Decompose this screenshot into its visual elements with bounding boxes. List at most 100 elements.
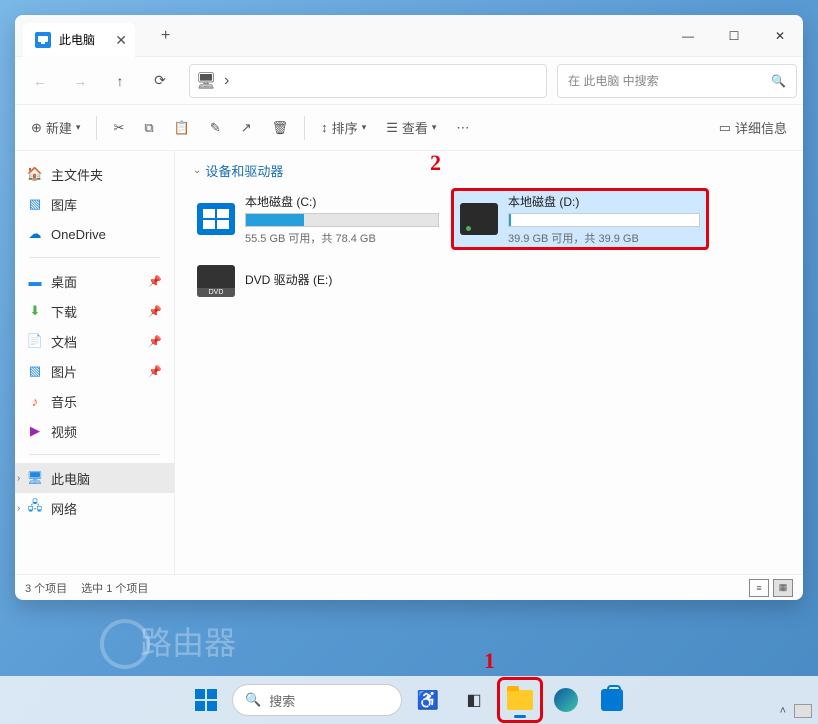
sort-icon: ↕ [321,120,328,135]
cut-button[interactable]: ✂ [103,111,134,145]
start-button[interactable] [186,680,226,720]
sidebar-item-gallery[interactable]: ▧图库 [15,189,174,219]
new-tab-button[interactable]: + [153,23,178,49]
network-icon: 🖧 [27,500,43,516]
monitor-icon: 🖥 [27,470,43,486]
paste-button[interactable]: 📋 [164,111,200,145]
forward-button[interactable]: → [61,63,99,99]
edge-icon [554,688,578,712]
pin-icon: 📌 [148,335,162,348]
tab-thispc[interactable]: 此电脑 ✕ [23,23,135,57]
home-icon: 🏠 [27,166,43,182]
back-button[interactable]: ← [21,63,59,99]
chevron-down-icon: ▾ [432,122,437,133]
details-icon: ▭ [719,120,731,136]
chevron-down-icon: ⌄ [193,165,201,176]
drive-dvd[interactable]: DVD 驱动器 (E:) [193,252,443,310]
close-button[interactable]: ✕ [757,15,803,57]
pin-icon: 📌 [148,365,162,378]
refresh-button[interactable]: ⟳ [141,63,179,99]
edge-taskbar[interactable] [546,680,586,720]
file-explorer-taskbar[interactable] [500,680,540,720]
delete-button[interactable]: 🗑 [262,111,299,145]
search-icon: 🔍 [771,74,786,88]
up-button[interactable]: ↑ [101,63,139,99]
tray-icon[interactable] [794,704,812,718]
close-tab-icon[interactable]: ✕ [115,32,127,49]
minimize-button[interactable]: — [665,15,711,57]
store-icon [601,689,623,711]
nav-toolbar: ← → ↑ ⟳ 🖥 › 在 此电脑 中搜索 🔍 [15,57,803,105]
accessibility-button[interactable]: ♿ [408,680,448,720]
details-pane-button[interactable]: ▭详细信息 [709,111,797,145]
tiles-view-button[interactable]: ▦ [773,579,793,597]
sidebar-item-thispc[interactable]: ›🖥此电脑 [15,463,174,493]
folder-icon [507,690,533,710]
store-taskbar[interactable] [592,680,632,720]
details-view-button[interactable]: ≡ [749,579,769,597]
new-button[interactable]: ⊕新建▾ [21,111,90,145]
system-tray[interactable]: ˄ [780,704,812,718]
task-view-button[interactable]: ◧ [454,680,494,720]
search-icon: 🔍 [245,692,261,708]
more-button[interactable]: ⋯ [446,111,479,145]
drive-stat: 55.5 GB 可用，共 78.4 GB [245,230,439,246]
sidebar-item-pictures[interactable]: ▧图片📌 [15,356,174,386]
drive-c[interactable]: 本地磁盘 (C:) 55.5 GB 可用，共 78.4 GB [193,190,443,248]
cloud-icon: ☁ [27,226,43,242]
rename-icon: ✎ [210,120,221,136]
desktop-icon: ▬ [27,273,43,289]
status-selected-count: 选中 1 个项目 [81,580,148,596]
drive-d[interactable]: 本地磁盘 (D:) 39.9 GB 可用，共 39.9 GB [453,190,707,248]
accessibility-icon: ♿ [417,690,439,711]
music-icon: ♪ [27,393,43,409]
taskbar-search[interactable]: 🔍搜索 [232,684,402,716]
dvd-icon [197,265,235,297]
drive-stat: 39.9 GB 可用，共 39.9 GB [508,230,700,246]
gallery-icon: ▧ [27,196,43,212]
sidebar-item-network[interactable]: ›🖧网络 [15,493,174,523]
group-devices[interactable]: ⌄设备和驱动器 [193,161,785,180]
watermark-text: 路由器 [140,625,236,661]
download-icon: ⬇ [27,303,43,319]
status-item-count: 3 个项目 [25,580,67,596]
hdd-icon [460,203,498,235]
sidebar-item-videos[interactable]: ▶视频 [15,416,174,446]
main-pane: ⌄设备和驱动器 本地磁盘 (C:) 55.5 GB 可用，共 78.4 GB 本… [175,151,803,574]
video-icon: ▶ [27,423,43,439]
chevron-down-icon: ▾ [362,122,367,133]
sidebar-item-desktop[interactable]: ▬桌面📌 [15,266,174,296]
task-view-icon: ◧ [466,690,481,710]
drive-usage-bar [508,213,700,227]
drive-name: DVD 驱动器 (E:) [245,271,439,288]
sidebar-item-onedrive[interactable]: ☁OneDrive [15,219,174,249]
share-button[interactable]: ↗ [231,111,262,145]
trash-icon: 🗑 [272,120,289,136]
cut-icon: ✂ [113,120,124,136]
sidebar-item-home[interactable]: 🏠主文件夹 [15,159,174,189]
sidebar-item-downloads[interactable]: ⬇下载📌 [15,296,174,326]
monitor-icon: 🖥 [198,73,214,89]
titlebar: 此电脑 ✕ + — ☐ ✕ [15,15,803,57]
share-icon: ↗ [241,120,252,136]
chevron-right-icon: › [224,72,229,90]
copy-button[interactable]: ⧉ [134,111,163,145]
search-input[interactable]: 在 此电脑 中搜索 🔍 [557,64,797,98]
search-placeholder: 在 此电脑 中搜索 [568,72,659,89]
view-button[interactable]: ☰查看▾ [376,111,446,145]
chevron-up-icon[interactable]: ˄ [780,705,786,717]
maximize-button[interactable]: ☐ [711,15,757,57]
address-bar[interactable]: 🖥 › [189,64,547,98]
rename-button[interactable]: ✎ [200,111,231,145]
status-bar: 3 个项目 选中 1 个项目 ≡ ▦ [15,574,803,600]
drive-usage-bar [245,213,439,227]
sidebar-item-music[interactable]: ♪音乐 [15,386,174,416]
sort-button[interactable]: ↕排序▾ [311,111,376,145]
chevron-right-icon[interactable]: › [15,473,24,484]
drive-name: 本地磁盘 (C:) [245,193,439,210]
monitor-icon [35,32,51,48]
view-icon: ☰ [386,120,398,136]
chevron-right-icon[interactable]: › [15,503,24,514]
plus-circle-icon: ⊕ [31,120,42,136]
sidebar-item-documents[interactable]: 📄文档📌 [15,326,174,356]
